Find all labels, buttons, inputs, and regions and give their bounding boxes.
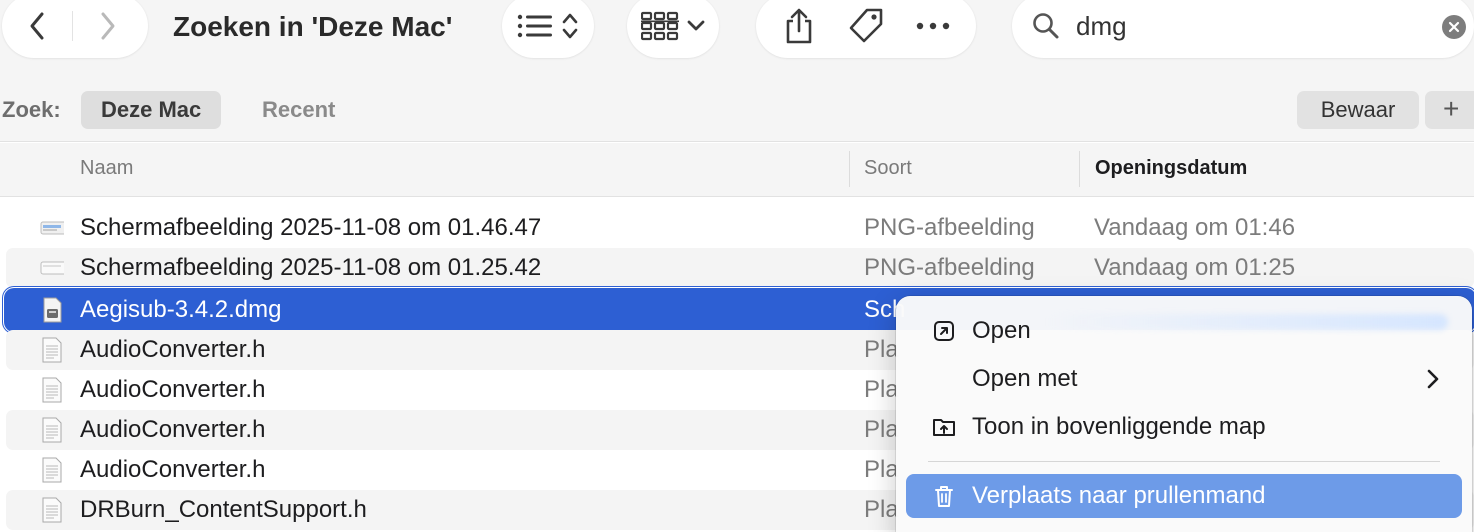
open-arrow-icon xyxy=(934,321,954,341)
table-row[interactable]: Schermafbeelding 2025-11-08 om 01.46.47 … xyxy=(6,208,1474,248)
file-name: DRBurn_ContentSupport.h xyxy=(80,496,367,523)
text-file-icon xyxy=(42,337,62,363)
ellipsis-icon xyxy=(916,22,949,30)
menu-item-label: Open xyxy=(972,317,1031,344)
folder-up-icon xyxy=(933,419,955,436)
back-button[interactable] xyxy=(2,0,72,58)
menu-item-label: Toon in bovenliggende map xyxy=(972,413,1266,440)
column-divider[interactable] xyxy=(849,151,850,187)
chevron-left-icon xyxy=(30,12,44,40)
column-divider[interactable] xyxy=(1079,151,1080,187)
window-title: Zoeken in 'Deze Mac' xyxy=(173,11,453,42)
text-file-icon xyxy=(42,377,62,403)
list-view-icon xyxy=(517,14,552,38)
magnifier-icon xyxy=(1033,13,1059,39)
file-name: Aegisub-3.4.2.dmg xyxy=(80,296,282,323)
scope-label: Zoek: xyxy=(2,97,61,122)
menu-separator xyxy=(928,461,1440,462)
file-name: Schermafbeelding 2025-11-08 om 01.46.47 xyxy=(80,214,542,241)
disk-image-icon xyxy=(43,297,62,323)
tag-icon xyxy=(849,8,883,43)
group-by-button[interactable] xyxy=(627,0,719,58)
add-criteria-button[interactable]: + xyxy=(1425,91,1474,129)
chevron-right-icon xyxy=(101,12,115,40)
navigation-group xyxy=(2,0,148,58)
file-name: AudioConverter.h xyxy=(80,456,266,483)
file-date: Vandaag om 01:25 xyxy=(1094,254,1296,281)
save-search-button[interactable]: Bewaar xyxy=(1297,91,1419,129)
grid-view-icon xyxy=(641,11,679,41)
column-kind[interactable]: Soort xyxy=(864,157,912,180)
menu-item-open[interactable]: Open xyxy=(906,309,1462,353)
clear-icon xyxy=(1448,21,1460,33)
share-button[interactable] xyxy=(769,1,829,51)
file-kind: PNG-afbeelding xyxy=(864,254,1035,281)
search-field[interactable] xyxy=(1012,0,1474,58)
text-file-icon xyxy=(42,417,62,443)
view-mode-button[interactable] xyxy=(502,0,594,58)
clear-search-button[interactable] xyxy=(1442,15,1466,39)
file-name: AudioConverter.h xyxy=(80,376,266,403)
chevron-down-icon xyxy=(687,20,705,31)
context-menu: Open Open met Toon in bovenliggende map … xyxy=(896,296,1472,532)
table-row[interactable]: Schermafbeelding 2025-11-08 om 01.25.42 … xyxy=(6,248,1474,288)
file-kind: PNG-afbeelding xyxy=(864,214,1035,241)
tag-button[interactable] xyxy=(836,1,896,51)
file-name: AudioConverter.h xyxy=(80,336,266,363)
scope-this-mac[interactable]: Deze Mac xyxy=(81,91,222,129)
share-icon xyxy=(787,8,812,44)
text-file-icon xyxy=(42,457,62,483)
menu-item-label: Verplaats naar prullenmand xyxy=(972,482,1266,509)
chevron-right-icon xyxy=(1427,369,1439,389)
menu-item-label: Open met xyxy=(972,365,1078,392)
forward-button[interactable] xyxy=(73,0,143,58)
column-header: Naam Soort Openingsdatum xyxy=(0,143,1474,197)
toolbar: Zoeken in 'Deze Mac' xyxy=(0,0,1474,80)
text-file-icon xyxy=(42,497,62,523)
up-down-chevron-icon xyxy=(562,13,578,39)
column-name[interactable]: Naam xyxy=(80,157,133,180)
column-date-opened[interactable]: Openingsdatum xyxy=(1095,157,1247,180)
image-file-icon xyxy=(40,221,64,235)
trash-icon xyxy=(935,486,953,507)
file-name: Schermafbeelding 2025-11-08 om 01.25.42 xyxy=(80,254,542,281)
search-scope-bar: Zoek: Deze Mac Recent Bewaar + xyxy=(0,80,1474,142)
file-name: AudioConverter.h xyxy=(80,416,266,443)
scope-recent[interactable]: Recent xyxy=(242,91,355,129)
menu-item-open-with[interactable]: Open met xyxy=(906,357,1462,401)
menu-item-show-in-enclosing-folder[interactable]: Toon in bovenliggende map xyxy=(906,405,1462,449)
file-date: Vandaag om 01:46 xyxy=(1094,214,1296,241)
image-file-icon xyxy=(40,261,64,275)
more-button[interactable] xyxy=(903,1,963,51)
action-group xyxy=(756,0,976,58)
menu-item-move-to-trash[interactable]: Verplaats naar prullenmand xyxy=(906,474,1462,518)
search-input[interactable] xyxy=(1076,6,1416,46)
